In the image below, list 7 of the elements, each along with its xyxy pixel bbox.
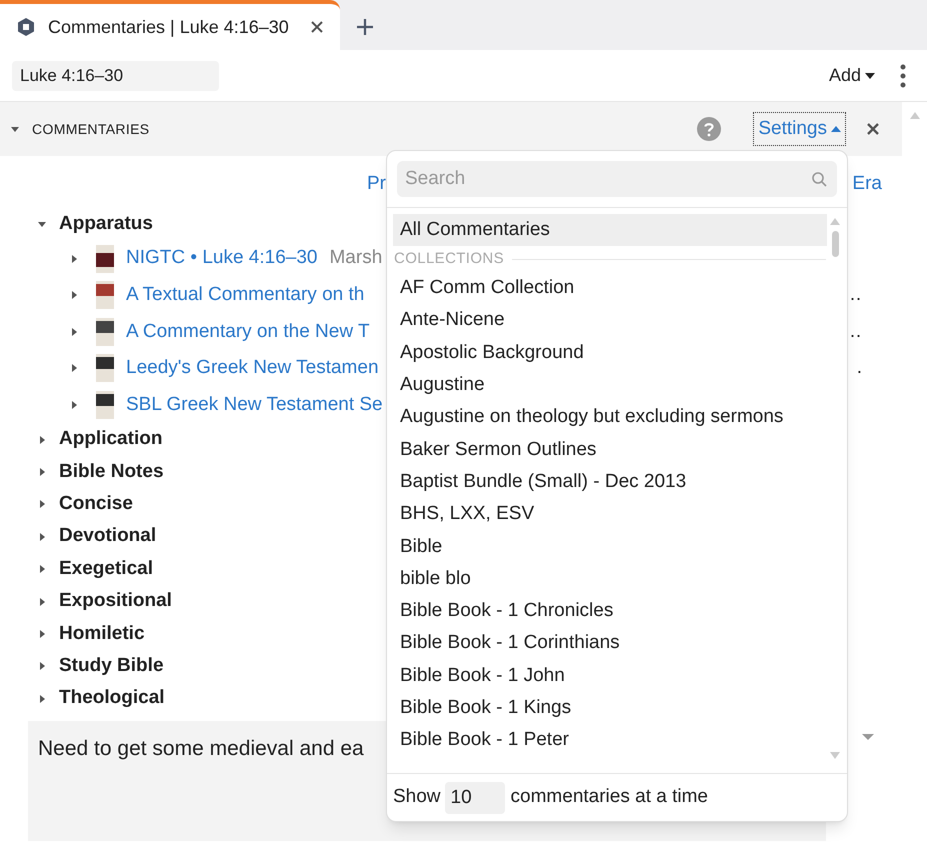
- panel-title: COMMENTARIES: [32, 120, 150, 138]
- show-suffix: commentaries at a time: [510, 785, 708, 810]
- section-heading: COLLECTIONS: [394, 249, 504, 270]
- ellipsis: .: [856, 356, 862, 380]
- author: Marsh: [329, 246, 382, 270]
- tab-title: Commentaries | Luke 4:16–30: [48, 16, 290, 39]
- show-label: Show: [393, 785, 441, 810]
